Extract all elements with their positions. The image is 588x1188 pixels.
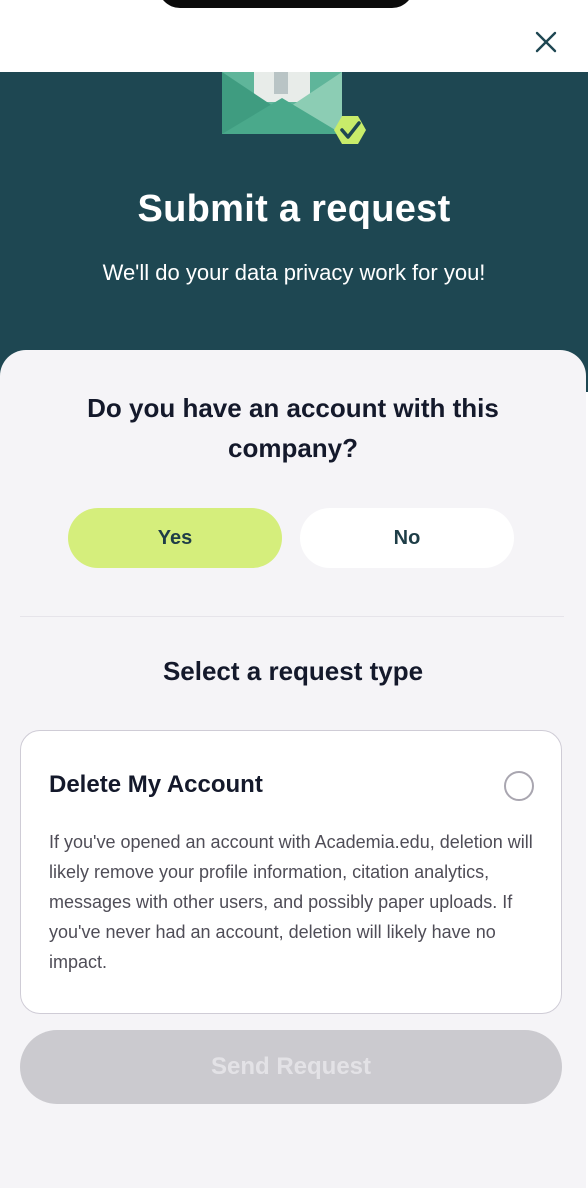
- no-button[interactable]: No: [300, 508, 514, 568]
- request-type-heading: Select a request type: [162, 656, 424, 686]
- yes-button[interactable]: Yes: [68, 508, 282, 568]
- app-screen: Submit a request We'll do your data priv…: [0, 0, 588, 1188]
- request-option-radio[interactable]: [504, 771, 534, 801]
- hero-banner: Submit a request We'll do your data priv…: [0, 72, 588, 392]
- top-bar: [0, 0, 588, 72]
- send-request-button[interactable]: Send Request: [20, 1030, 562, 1104]
- page-subtitle: We'll do your data privacy work for you!: [102, 260, 486, 285]
- device-notch: [158, 0, 414, 8]
- page-title: Submit a request: [137, 188, 451, 230]
- request-option-title: Delete My Account: [49, 771, 263, 798]
- request-form-sheet: Do you have an account with this company…: [0, 350, 586, 1188]
- request-option-description: If you've opened an account with Academi…: [49, 832, 533, 972]
- envelope-check-icon: [222, 72, 366, 144]
- account-question: Do you have an account with this company…: [87, 393, 499, 463]
- request-option-delete-account[interactable]: Delete My Account If you've opened an ac…: [20, 730, 562, 1014]
- close-icon: [535, 31, 557, 53]
- close-button[interactable]: [530, 26, 562, 58]
- section-divider: [20, 616, 564, 617]
